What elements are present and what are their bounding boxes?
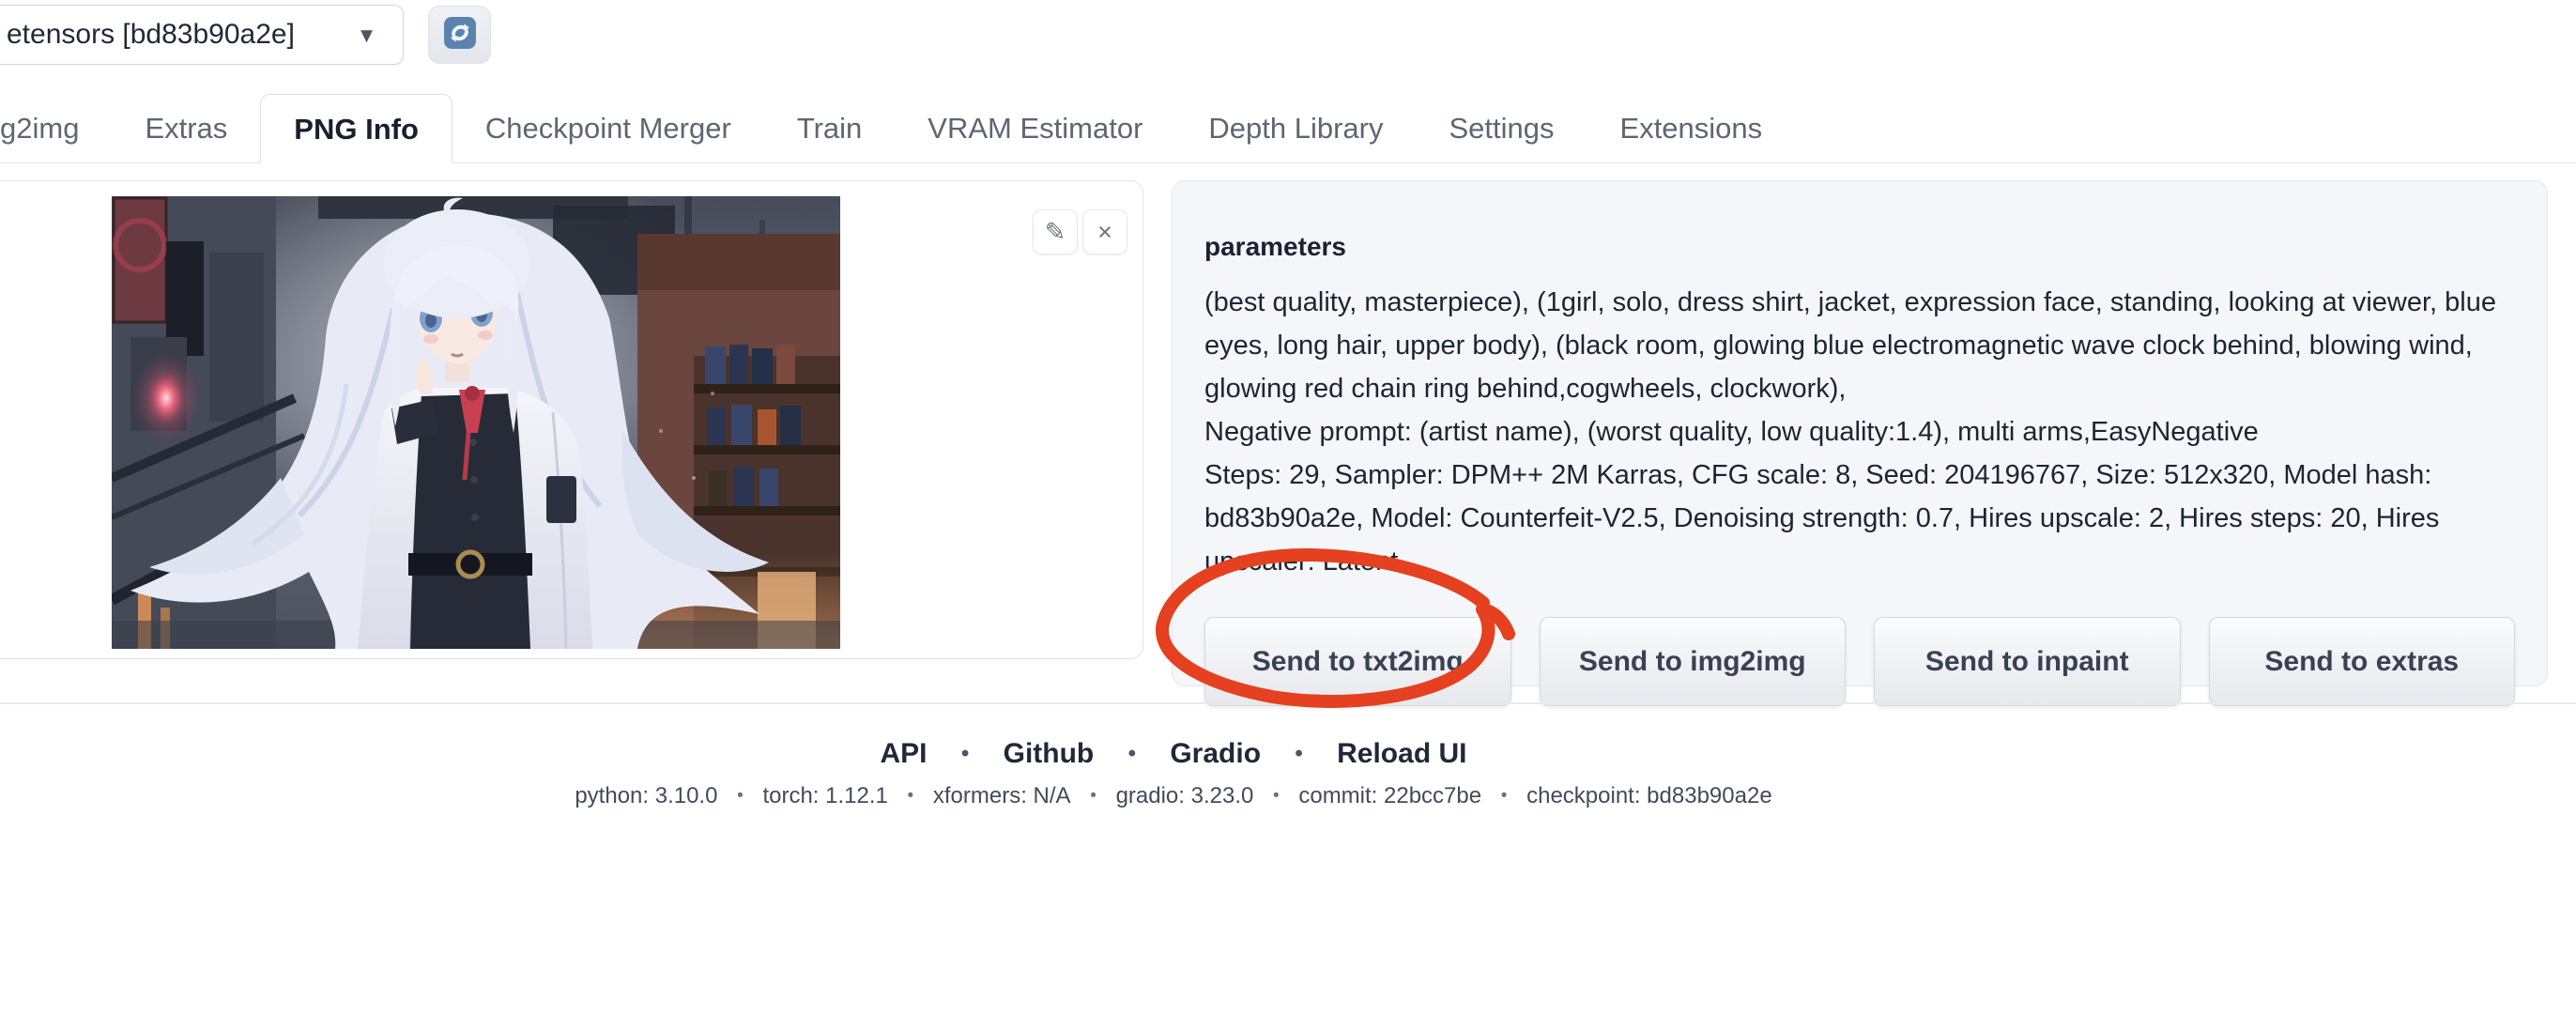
- footer-divider: [0, 702, 2576, 704]
- xformers-version: xformers: N/A: [933, 783, 1071, 808]
- main-tab-bar: g2img Extras PNG Info Checkpoint Merger …: [0, 94, 2576, 163]
- tab-train[interactable]: Train: [764, 94, 895, 162]
- settings-line: Steps: 29, Sampler: DPM++ 2M Karras, CFG…: [1204, 454, 2517, 583]
- send-to-txt2img-button[interactable]: Send to txt2img: [1204, 617, 1511, 706]
- tab-extensions[interactable]: Extensions: [1587, 94, 1796, 162]
- tab-vram-estimator[interactable]: VRAM Estimator: [895, 94, 1175, 162]
- refresh-icon: [441, 14, 479, 56]
- bullet-separator: •: [908, 786, 914, 806]
- model-checkpoint-dropdown[interactable]: etensors [bd83b90a2e] ▾: [0, 5, 404, 65]
- tab-png-info[interactable]: PNG Info: [260, 94, 452, 163]
- gradio-version: gradio: 3.23.0: [1116, 783, 1254, 808]
- prompt-line: (best quality, masterpiece), (1girl, sol…: [1204, 281, 2517, 410]
- api-link[interactable]: API: [881, 738, 928, 769]
- bullet-separator: •: [961, 741, 969, 766]
- tab-img2img[interactable]: g2img: [0, 94, 112, 162]
- footer-links: API • Github • Gradio • Reload UI: [0, 738, 2347, 770]
- send-to-inpaint-button[interactable]: Send to inpaint: [1874, 617, 2181, 706]
- bullet-separator: •: [1273, 786, 1280, 806]
- parameters-label: parameters: [1204, 232, 2515, 264]
- bullet-separator: •: [1128, 741, 1136, 766]
- bullet-separator: •: [1090, 786, 1096, 806]
- torch-version: torch: 1.12.1: [762, 783, 887, 808]
- python-version: python: 3.10.0: [575, 783, 717, 808]
- bullet-separator: •: [1501, 786, 1508, 806]
- github-link[interactable]: Github: [1004, 738, 1095, 769]
- pencil-icon: ✎: [1045, 218, 1066, 247]
- tab-settings[interactable]: Settings: [1417, 94, 1587, 162]
- edit-image-button[interactable]: ✎: [1033, 209, 1078, 254]
- send-to-extras-button[interactable]: Send to extras: [2209, 617, 2516, 706]
- send-to-img2img-button[interactable]: Send to img2img: [1540, 617, 1847, 706]
- tab-depth-library[interactable]: Depth Library: [1175, 94, 1416, 162]
- image-toolbar: ✎ ×: [1033, 209, 1127, 254]
- footer-version-info: python: 3.10.0 • torch: 1.12.1 • xformer…: [0, 783, 2347, 809]
- bullet-separator: •: [1295, 741, 1302, 766]
- send-buttons-row: Send to txt2img Send to img2img Send to …: [1204, 617, 2515, 706]
- chevron-down-icon: ▾: [360, 21, 373, 50]
- negative-prompt-line: Negative prompt: (artist name), (worst q…: [1204, 410, 2517, 454]
- clear-image-button[interactable]: ×: [1082, 209, 1127, 254]
- tab-checkpoint-merger[interactable]: Checkpoint Merger: [452, 94, 764, 162]
- commit-hash: commit: 22bcc7be: [1298, 783, 1481, 808]
- close-icon: ×: [1097, 218, 1112, 247]
- generation-parameters-text: (best quality, masterpiece), (1girl, sol…: [1204, 281, 2517, 583]
- parameters-panel: parameters (best quality, masterpiece), …: [1172, 180, 2548, 686]
- preview-image[interactable]: [112, 196, 840, 649]
- model-checkpoint-value: etensors [bd83b90a2e]: [7, 19, 295, 51]
- bullet-separator: •: [737, 786, 744, 806]
- source-image-panel: ✎ ×: [0, 180, 1143, 659]
- refresh-checkpoints-button[interactable]: [428, 6, 491, 64]
- checkpoint-hash: checkpoint: bd83b90a2e: [1526, 783, 1772, 808]
- reload-ui-link[interactable]: Reload UI: [1337, 738, 1466, 769]
- gradio-link[interactable]: Gradio: [1170, 738, 1261, 769]
- tab-extras[interactable]: Extras: [112, 94, 260, 162]
- png-info-page: etensors [bd83b90a2e] ▾ g2img Extras PNG…: [0, 0, 2576, 1031]
